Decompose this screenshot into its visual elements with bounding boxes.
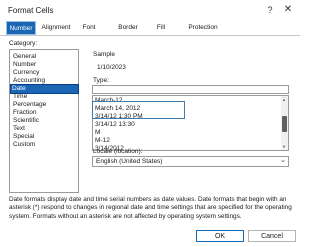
sample-label: Sample (93, 51, 116, 58)
category-item-scientific[interactable]: Scientific (12, 117, 39, 125)
locale-select[interactable]: English (United States) (92, 156, 289, 167)
scroll-down-icon[interactable]: ▼ (282, 144, 286, 149)
category-item-general[interactable]: General (12, 53, 36, 61)
format-description: Date formats display date and time seria… (9, 196, 292, 220)
category-item-time[interactable]: Time (12, 93, 27, 101)
category-list[interactable]: General Number Currency Accounting Date … (9, 49, 79, 193)
tab-fill[interactable]: Fill (150, 21, 172, 35)
tab-protection[interactable]: Protection (182, 21, 224, 35)
chevron-down-icon[interactable]: ⌄ (279, 156, 287, 167)
tab-alignment[interactable]: Alignment (38, 21, 74, 35)
cancel-button[interactable]: Cancel (248, 230, 296, 242)
category-item-special[interactable]: Special (12, 133, 34, 141)
type-item-m-12[interactable]: M-12 (95, 137, 110, 145)
tab-strip: Number Alignment Font Border Fill Protec… (0, 21, 300, 36)
type-input[interactable] (92, 85, 289, 94)
category-item-percentage[interactable]: Percentage (12, 101, 46, 109)
help-icon[interactable]: ? (264, 4, 276, 16)
category-item-date[interactable]: Date (10, 84, 79, 94)
dialog-title: Format Cells (8, 6, 54, 15)
close-icon[interactable]: ✕ (282, 4, 294, 16)
locale-label: Locale (location): (93, 148, 143, 155)
ok-button[interactable]: OK (196, 230, 244, 242)
category-item-currency[interactable]: Currency (12, 69, 39, 77)
category-label: Category: (9, 40, 38, 47)
tab-font[interactable]: Font (77, 21, 101, 35)
type-item-m[interactable]: M (95, 129, 100, 137)
tab-number[interactable]: Number (6, 21, 36, 35)
tab-border[interactable]: Border (113, 21, 143, 35)
category-item-fraction[interactable]: Fraction (12, 109, 36, 117)
type-item-date-time-24h[interactable]: 3/14/12 13:30 (95, 121, 135, 129)
type-label: Type: (93, 77, 109, 84)
category-item-number[interactable]: Number (12, 61, 36, 69)
highlight-box (92, 101, 185, 119)
scroll-up-icon[interactable]: ▲ (282, 97, 286, 102)
category-item-custom[interactable]: Custom (12, 141, 35, 149)
sample-value: 1/10/2023 (97, 64, 126, 71)
category-item-text[interactable]: Text (12, 125, 25, 133)
scrollbar-thumb[interactable] (282, 116, 287, 132)
category-item-accounting[interactable]: Accounting (12, 77, 45, 85)
